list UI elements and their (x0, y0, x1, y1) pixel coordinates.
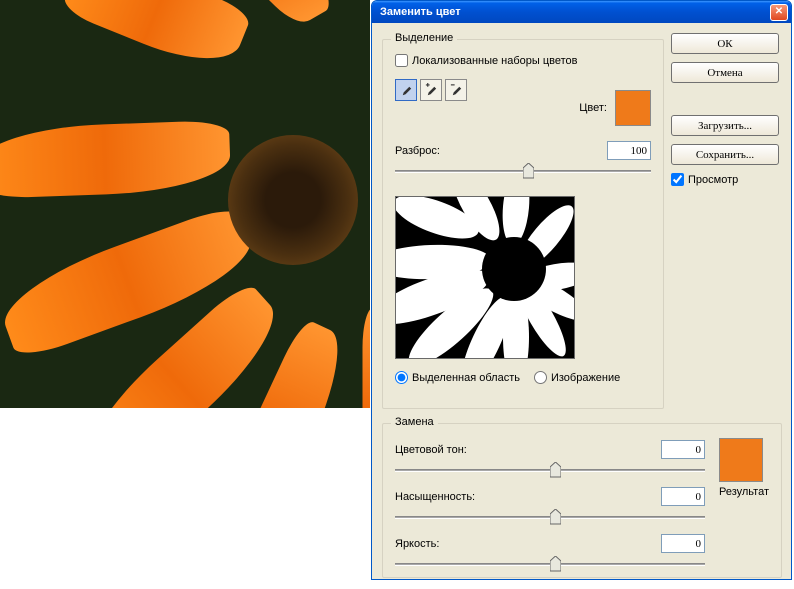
save-button[interactable]: Сохранить... (671, 144, 779, 165)
fuzziness-slider[interactable] (395, 164, 651, 182)
saturation-label: Насыщенность: (395, 491, 495, 503)
lightness-slider[interactable] (395, 557, 705, 575)
radio-selection-area[interactable]: Выделенная область (395, 371, 520, 384)
slider-thumb[interactable] (550, 509, 561, 525)
dialog-button-column: ОК Отмена Загрузить... Сохранить... Прос… (671, 33, 781, 186)
fuzziness-input[interactable] (607, 141, 651, 160)
selection-preview (395, 196, 575, 359)
eyedropper-icon[interactable] (395, 79, 417, 101)
petal (0, 120, 231, 199)
replace-color-dialog: Заменить цвет ✕ ОК Отмена Загрузить... С… (371, 0, 792, 580)
background-photo (0, 0, 370, 408)
saturation-slider[interactable] (395, 510, 705, 528)
selection-group: Выделение Локализованные наборы цветов (382, 39, 664, 409)
ok-button[interactable]: ОК (671, 33, 779, 54)
radio-image[interactable]: Изображение (534, 371, 620, 384)
close-icon[interactable]: ✕ (770, 4, 788, 21)
petal (60, 0, 253, 77)
selected-color-swatch[interactable] (615, 90, 651, 126)
result-color-swatch[interactable] (719, 438, 763, 482)
radio-image-label: Изображение (551, 372, 620, 384)
preview-label: Просмотр (688, 174, 738, 186)
hue-slider[interactable] (395, 463, 705, 481)
radio-image-input[interactable] (534, 371, 547, 384)
lightness-input[interactable] (661, 534, 705, 553)
preview-checkbox[interactable] (671, 173, 684, 186)
localized-clusters-label: Локализованные наборы цветов (412, 55, 578, 67)
radio-selection-label: Выделенная область (412, 372, 520, 384)
titlebar[interactable]: Заменить цвет ✕ (372, 1, 791, 23)
eyedropper-plus-icon[interactable] (420, 79, 442, 101)
slider-thumb[interactable] (523, 163, 534, 179)
cancel-button[interactable]: Отмена (671, 62, 779, 83)
replacement-group-title: Замена (391, 416, 438, 428)
result-label: Результат (719, 486, 769, 498)
load-button[interactable]: Загрузить... (671, 115, 779, 136)
slider-thumb[interactable] (550, 556, 561, 572)
selection-group-title: Выделение (391, 32, 457, 44)
replacement-group: Замена Цветовой тон: Насыщенность: (382, 423, 782, 578)
slider-thumb[interactable] (550, 462, 561, 478)
radio-selection-input[interactable] (395, 371, 408, 384)
eyedropper-minus-icon[interactable] (445, 79, 467, 101)
lightness-label: Яркость: (395, 538, 495, 550)
saturation-input[interactable] (661, 487, 705, 506)
petal (363, 308, 371, 409)
hue-input[interactable] (661, 440, 705, 459)
hue-label: Цветовой тон: (395, 444, 495, 456)
localized-clusters-checkbox[interactable] (395, 54, 408, 67)
color-label: Цвет: (579, 102, 607, 114)
window-title: Заменить цвет (380, 6, 770, 18)
flower-center (228, 135, 358, 265)
fuzziness-label: Разброс: (395, 145, 440, 157)
